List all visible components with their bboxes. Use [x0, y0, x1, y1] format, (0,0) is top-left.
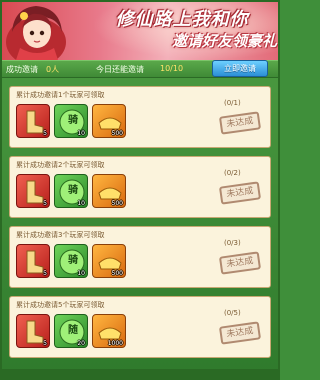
- gold-ingot-icon[interactable]: 500: [92, 244, 126, 278]
- banner-subtitle: 邀请好友领豪礼: [171, 32, 277, 50]
- reward-card-progress: (0/5): [224, 309, 241, 317]
- not-achieved-stamp: 未达成: [218, 321, 262, 345]
- reward-card: 累计成功邀请3个玩家可领取 (0/3) 5 骑 10 500 未达成: [9, 226, 271, 288]
- item-count: 5: [43, 340, 47, 347]
- boots-icon[interactable]: 5: [16, 104, 50, 138]
- mount-orb-label: 骑: [68, 185, 78, 196]
- reward-card-title: 累计成功邀请1个玩家可领取: [16, 91, 105, 99]
- boots-icon[interactable]: 5: [16, 174, 50, 208]
- character-avatar-icon: [6, 6, 66, 60]
- mount-orb-icon[interactable]: 骑 10: [54, 244, 88, 278]
- not-achieved-stamp: 未达成: [218, 181, 262, 205]
- item-count: 5: [43, 270, 47, 277]
- not-achieved-stamp: 未达成: [218, 111, 262, 135]
- success-invite-value: 0人: [46, 65, 60, 74]
- reward-card-title: 累计成功邀请5个玩家可领取: [16, 301, 105, 309]
- today-invite-label: 今日还能邀请: [96, 65, 144, 74]
- boots-icon[interactable]: 5: [16, 244, 50, 278]
- reward-card: 累计成功邀请5个玩家可领取 (0/5) 5 随 20 1000 未达成: [9, 296, 271, 358]
- reward-card-title: 累计成功邀请3个玩家可领取: [16, 231, 105, 239]
- banner-title: 修仙路上我和你: [115, 9, 249, 30]
- not-achieved-stamp: 未达成: [218, 251, 262, 275]
- panel-bottom-border: [2, 369, 278, 378]
- item-count: 10: [77, 200, 85, 207]
- today-invite-value: 10/10: [160, 64, 184, 73]
- gold-ingot-icon[interactable]: 500: [92, 174, 126, 208]
- item-count: 5: [43, 130, 47, 137]
- mount-orb-icon[interactable]: 骑 10: [54, 174, 88, 208]
- reward-card-progress: (0/2): [224, 169, 241, 177]
- mount-orb-label: 随: [68, 325, 78, 336]
- item-count: 500: [111, 200, 123, 207]
- gold-ingot-icon[interactable]: 500: [92, 104, 126, 138]
- invite-banner: 修仙路上我和你 邀请好友领豪礼: [2, 2, 278, 60]
- item-count: 10: [77, 130, 85, 137]
- item-count: 20: [77, 340, 85, 347]
- item-count: 500: [111, 130, 123, 137]
- reward-card-progress: (0/3): [224, 239, 241, 247]
- mount-orb-icon[interactable]: 骑 10: [54, 104, 88, 138]
- reward-card: 累计成功邀请1个玩家可领取 (0/1) 5 骑 10 500 未达成: [9, 86, 271, 148]
- success-invite-label: 成功邀请: [6, 65, 38, 74]
- mount-orb-icon[interactable]: 随 20: [54, 314, 88, 348]
- reward-card-progress: (0/1): [224, 99, 241, 107]
- item-count: 500: [111, 270, 123, 277]
- gold-ingot-icon[interactable]: 1000: [92, 314, 126, 348]
- mount-orb-label: 骑: [68, 255, 78, 266]
- boots-icon[interactable]: 5: [16, 314, 50, 348]
- invite-now-button[interactable]: 立即邀请: [212, 60, 268, 77]
- item-count: 1000: [107, 340, 123, 347]
- item-count: 10: [77, 270, 85, 277]
- reward-card: 累计成功邀请2个玩家可领取 (0/2) 5 骑 10 500 未达成: [9, 156, 271, 218]
- item-count: 5: [43, 200, 47, 207]
- mount-orb-label: 骑: [68, 115, 78, 126]
- reward-card-title: 累计成功邀请2个玩家可领取: [16, 161, 105, 169]
